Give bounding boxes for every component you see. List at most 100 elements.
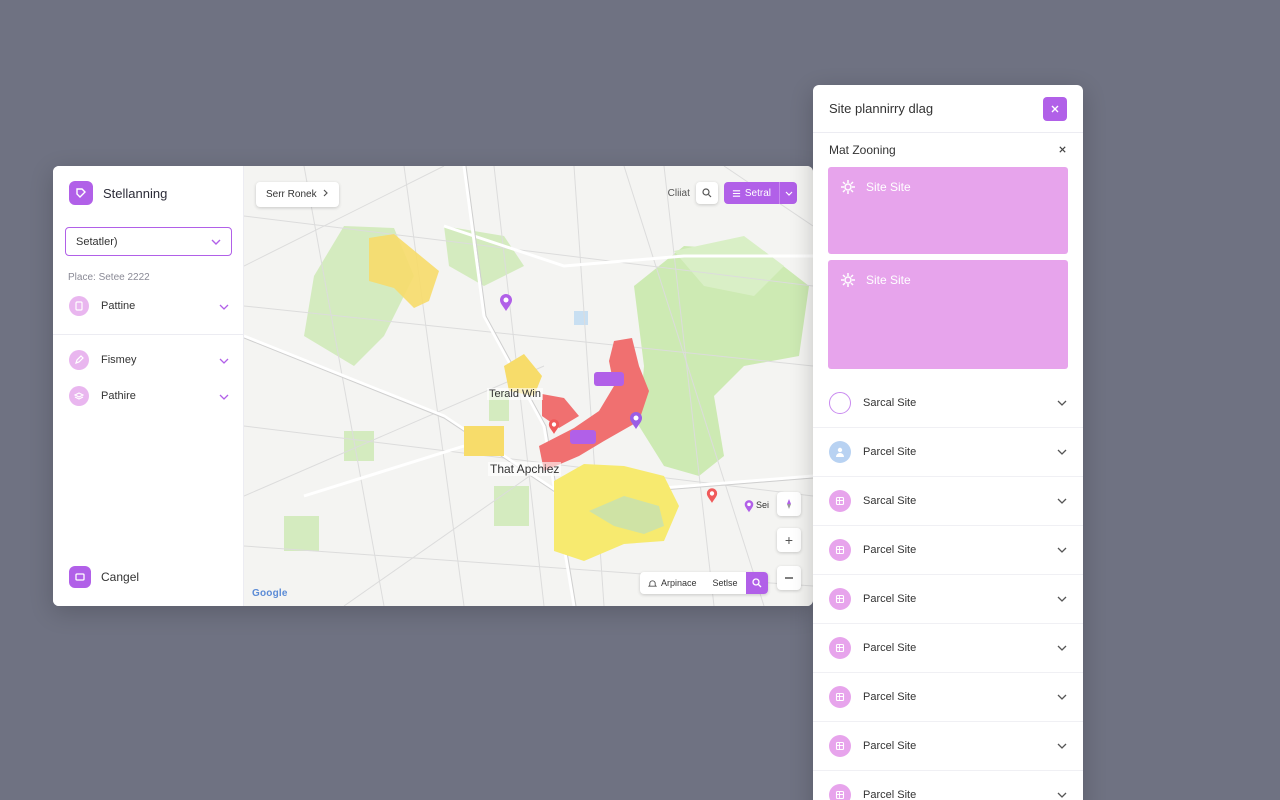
list-icon: [732, 189, 740, 197]
list-item[interactable]: Sarcal Site: [813, 379, 1083, 428]
site-card[interactable]: Site Site: [828, 167, 1068, 254]
map-marker-badge[interactable]: [570, 430, 596, 444]
sidebar-item-label: Fismey: [101, 354, 137, 366]
park-area: [284, 516, 319, 551]
map-site-label: Sei: [756, 500, 770, 510]
bottom-bar-right[interactable]: Setlse: [705, 572, 746, 594]
chevron-down-icon: [1057, 596, 1067, 602]
search-icon: [702, 188, 712, 198]
user-icon: [829, 441, 851, 463]
route-button-label: Serr Ronek: [266, 189, 317, 200]
list-item-label: Sarcal Site: [863, 495, 917, 507]
list-item[interactable]: Parcel Site: [813, 624, 1083, 673]
bottom-bar-left[interactable]: Arpinace: [640, 572, 705, 594]
radio-icon: [829, 392, 851, 414]
layers-icon: [69, 386, 89, 406]
sidebar-item-pathire[interactable]: Pathire: [69, 385, 229, 407]
park-area: [444, 226, 524, 286]
search-button[interactable]: Setral: [723, 182, 779, 204]
list-item[interactable]: Parcel Site: [813, 722, 1083, 771]
chevron-down-icon: [1057, 792, 1067, 798]
list-item[interactable]: Parcel Site: [813, 526, 1083, 575]
layers-icon: [69, 566, 91, 588]
search-dropdown-button[interactable]: [779, 182, 797, 204]
close-icon: [1051, 105, 1059, 112]
bottom-search-button[interactable]: [745, 572, 768, 594]
list-item-label: Parcel Site: [863, 593, 917, 605]
search-icon-button[interactable]: [695, 182, 718, 204]
compass-button[interactable]: [777, 492, 801, 516]
map-label-area-1: Terald Win: [487, 388, 543, 400]
bell-icon: [648, 579, 657, 587]
zoom-in-button[interactable]: +: [777, 528, 801, 552]
document-icon: [69, 296, 89, 316]
route-button[interactable]: Serr Ronek: [256, 182, 339, 207]
brand[interactable]: Stellanning: [69, 181, 167, 205]
close-icon[interactable]: [1058, 141, 1067, 159]
site-card-label: Site Site: [866, 273, 911, 287]
chevron-down-icon: [219, 351, 229, 369]
list-item-label: Parcel Site: [863, 789, 917, 800]
list-item-label: Parcel Site: [863, 544, 917, 556]
sidebar-item-label: Pathire: [101, 390, 136, 402]
list-item-label: Parcel Site: [863, 740, 917, 752]
gear-icon: [841, 180, 855, 194]
close-button[interactable]: [1043, 96, 1067, 121]
chevron-down-icon: [1057, 400, 1067, 406]
chevron-down-icon: [1057, 498, 1067, 504]
compass-icon: [787, 499, 791, 509]
cancel-button[interactable]: Cangel: [69, 566, 139, 588]
map-pin-icon[interactable]: [629, 412, 643, 430]
list-item[interactable]: Parcel Site: [813, 771, 1083, 800]
plus-icon: +: [784, 532, 794, 548]
sidebar: Stellanning Setatler) Place: Setee 2222 …: [53, 166, 244, 606]
park-area: [494, 486, 529, 526]
map-canvas[interactable]: Terald Win That Apchiez Sei Serr Ronek C…: [244, 166, 813, 606]
map-base: [244, 166, 813, 606]
list-item[interactable]: Parcel Site: [813, 575, 1083, 624]
map-pin-icon[interactable]: [744, 500, 754, 513]
chevron-down-icon: [1057, 547, 1067, 553]
brand-label: Stellanning: [103, 185, 168, 201]
parcel-icon: [829, 735, 851, 757]
sidebar-item-pattine[interactable]: Pattine: [69, 295, 229, 317]
chevron-down-icon: [1057, 743, 1067, 749]
map-pin-icon[interactable]: [548, 419, 560, 435]
panel-subheader: Mat Zooning: [813, 133, 1083, 167]
chevron-down-icon: [219, 297, 229, 315]
chevron-down-icon: [211, 236, 221, 248]
yellow-zone: [464, 426, 504, 456]
site-card[interactable]: Site Site: [828, 260, 1068, 369]
chevron-down-icon: [785, 191, 792, 196]
site-card-content: Site Site: [840, 179, 911, 195]
plan-select[interactable]: Setatler): [65, 227, 232, 256]
chevron-down-icon: [1057, 645, 1067, 651]
pen-icon: [69, 350, 89, 370]
parcel-icon: [829, 686, 851, 708]
search-icon: [751, 578, 762, 588]
map-pin-icon[interactable]: [499, 294, 513, 312]
list-item-label: Parcel Site: [863, 446, 917, 458]
subheader-title: Mat Zooning: [829, 143, 896, 157]
site-planning-panel: Site plannirry dlag Mat Zooning Site Sit…: [813, 85, 1083, 800]
chevron-down-icon: [219, 387, 229, 405]
chevron-down-icon: [1057, 694, 1067, 700]
site-card-label: Site Site: [866, 180, 911, 194]
park-area: [574, 311, 588, 325]
parcel-icon: [829, 490, 851, 512]
map-pin-icon[interactable]: [706, 488, 718, 504]
cancel-label: Cangel: [101, 570, 140, 584]
chevron-down-icon: [1057, 449, 1067, 455]
list-item-label: Sarcal Site: [863, 397, 917, 409]
map-marker-badge[interactable]: [594, 372, 624, 386]
list-item[interactable]: Parcel Site: [813, 673, 1083, 722]
list-item-label: Parcel Site: [863, 642, 917, 654]
sidebar-item-fismey[interactable]: Fismey: [69, 349, 229, 371]
bottom-bar-right-label: Setlse: [712, 578, 738, 588]
main-window: Stellanning Setatler) Place: Setee 2222 …: [53, 166, 813, 606]
bottom-search-bar[interactable]: Arpinace Setlse: [640, 572, 768, 594]
list-item[interactable]: Parcel Site: [813, 428, 1083, 477]
list-item[interactable]: Sarcal Site: [813, 477, 1083, 526]
zoom-out-button[interactable]: [777, 566, 801, 590]
site-card-content: Site Site: [840, 272, 911, 288]
